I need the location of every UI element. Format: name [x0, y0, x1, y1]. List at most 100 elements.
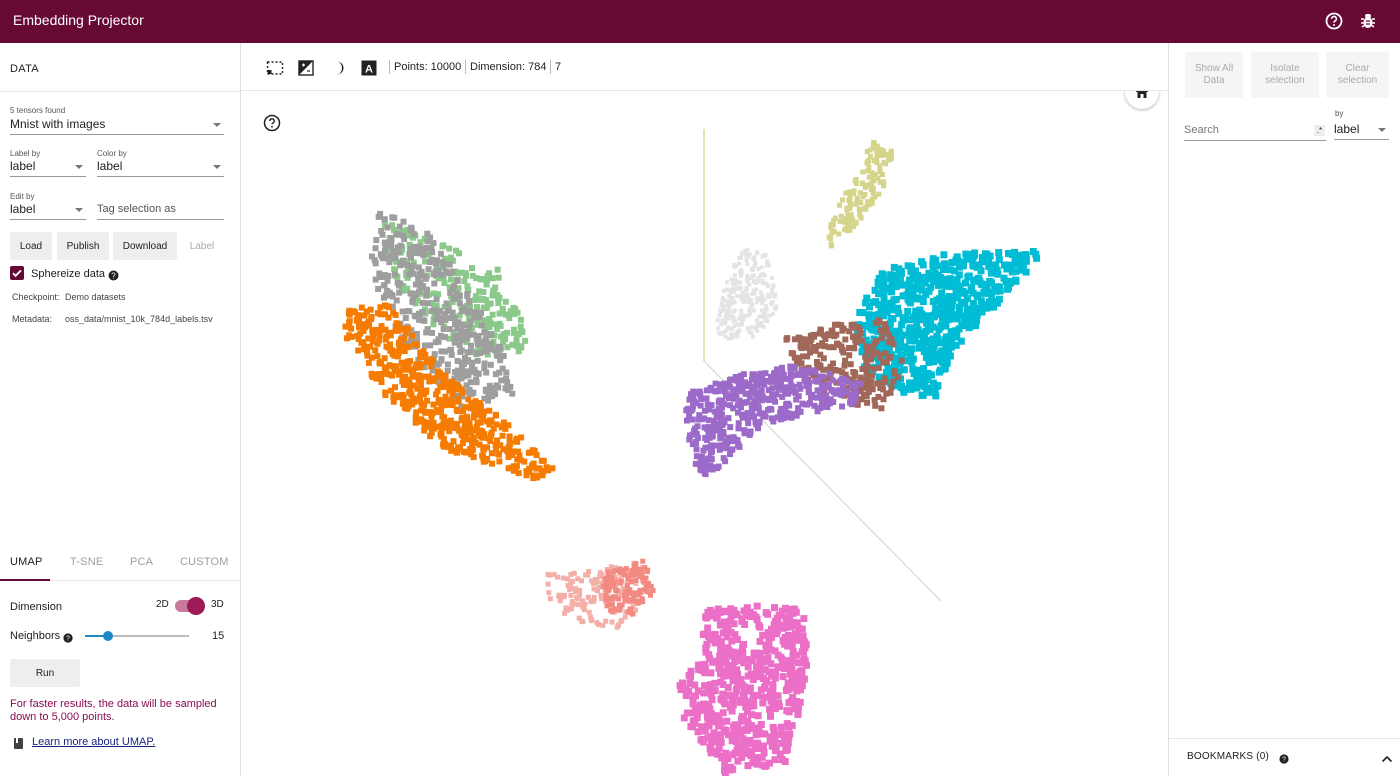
grey-point — [427, 234, 434, 241]
purple-point — [758, 397, 765, 404]
green-point — [448, 254, 454, 261]
pink-point — [706, 745, 714, 753]
green-point — [491, 288, 498, 295]
pink-point — [768, 633, 775, 641]
sphereize-checkbox[interactable] — [10, 266, 24, 280]
download-button[interactable]: Download — [113, 232, 177, 260]
tab-umap[interactable]: UMAP — [10, 556, 43, 568]
label-by-select[interactable]: label — [10, 158, 86, 177]
green-point — [509, 341, 516, 348]
cyan-point — [947, 304, 955, 312]
lightgrey-point — [773, 292, 778, 297]
grey-point — [466, 324, 473, 331]
purple-point — [787, 373, 794, 380]
purple-point — [826, 370, 833, 377]
clear-selection-button[interactable]: Clear selection — [1326, 52, 1389, 98]
orange-point — [529, 447, 536, 454]
run-button[interactable]: Run — [10, 659, 80, 687]
brown-point — [887, 389, 894, 396]
olive-point — [828, 225, 834, 231]
green-point — [522, 337, 529, 344]
tag-selection-input[interactable]: Tag selection as — [97, 201, 224, 220]
brown-point — [791, 354, 798, 361]
grey-point — [438, 250, 444, 257]
publish-button[interactable]: Publish — [57, 232, 109, 260]
brown-point — [868, 380, 875, 387]
load-button[interactable]: Load — [10, 232, 52, 260]
pink-point — [708, 696, 716, 704]
orange-point — [480, 408, 487, 415]
label-button[interactable]: Label — [182, 232, 222, 260]
search-by-select[interactable]: label — [1334, 121, 1389, 140]
red-point — [628, 606, 634, 612]
tab-custom[interactable]: CUSTOM — [180, 556, 229, 568]
grey-point — [375, 285, 382, 292]
neighbors-slider[interactable] — [85, 631, 189, 641]
info-icon[interactable]: ? — [108, 268, 119, 286]
info-icon[interactable]: ? — [1279, 751, 1289, 769]
pink-point — [715, 716, 723, 724]
grey-point — [373, 237, 380, 244]
green-point — [475, 295, 482, 302]
grey-point — [381, 282, 388, 289]
salmon-point — [563, 606, 569, 612]
isolate-selection-button[interactable]: Isolate selection — [1251, 52, 1319, 98]
pink-point — [763, 647, 771, 655]
brown-point — [842, 336, 849, 343]
tab-tsne[interactable]: T-SNE — [70, 556, 103, 568]
scatter-plot[interactable] — [241, 91, 1168, 776]
purple-point — [727, 424, 734, 431]
purple-point — [701, 424, 708, 431]
salmon-point — [545, 581, 551, 587]
label-a-icon[interactable]: A — [361, 60, 377, 81]
red-point — [601, 584, 607, 590]
grey-point — [429, 249, 436, 256]
dimension-toggle[interactable] — [175, 597, 205, 615]
moon-icon[interactable] — [331, 60, 347, 81]
regex-icon[interactable]: .* — [1314, 125, 1325, 136]
purple-point — [795, 371, 802, 378]
brown-point — [830, 360, 836, 367]
lightgrey-point — [752, 255, 757, 260]
projection-canvas[interactable] — [241, 91, 1168, 776]
orange-point — [479, 453, 486, 460]
bookmarks-panel[interactable]: BOOKMARKS (0) ? — [1169, 738, 1400, 776]
green-point — [517, 323, 524, 330]
select-box-icon[interactable] — [266, 60, 284, 81]
learn-more-link[interactable]: Learn more about UMAP. — [32, 736, 155, 748]
help-icon[interactable] — [1324, 11, 1344, 31]
slider-thumb[interactable] — [103, 631, 113, 641]
pink-point — [733, 611, 741, 619]
cyan-point — [930, 311, 938, 319]
pink-point — [738, 716, 745, 724]
brown-point — [783, 336, 790, 343]
pink-point — [694, 661, 702, 669]
brown-point — [880, 396, 887, 403]
olive-point — [844, 205, 850, 211]
grey-point — [460, 322, 467, 329]
chevron-up-icon[interactable] — [1381, 751, 1393, 769]
olive-point — [860, 194, 866, 200]
info-icon[interactable]: ? — [63, 630, 73, 648]
edit-by-select[interactable]: label — [10, 201, 86, 220]
show-all-data-button[interactable]: Show All Data — [1185, 52, 1243, 98]
brown-point — [850, 344, 857, 351]
orange-point — [428, 363, 435, 370]
tab-pca[interactable]: PCA — [130, 556, 153, 568]
color-by-select[interactable]: label — [97, 158, 224, 177]
pink-point — [751, 754, 759, 762]
bug-icon[interactable] — [1358, 11, 1378, 31]
salmon-point — [577, 587, 583, 593]
cyan-point — [969, 261, 977, 269]
orange-point — [396, 369, 403, 376]
orange-point — [369, 338, 376, 345]
red-point — [609, 602, 615, 608]
red-point — [606, 587, 612, 593]
orange-point — [476, 419, 483, 426]
search-input[interactable]: Search — [1184, 122, 1326, 141]
cyan-point — [918, 392, 926, 399]
pink-point — [719, 709, 727, 717]
dataset-select[interactable]: Mnist with images — [10, 116, 224, 135]
green-point — [485, 275, 492, 281]
night-mode-icon[interactable] — [298, 60, 314, 81]
